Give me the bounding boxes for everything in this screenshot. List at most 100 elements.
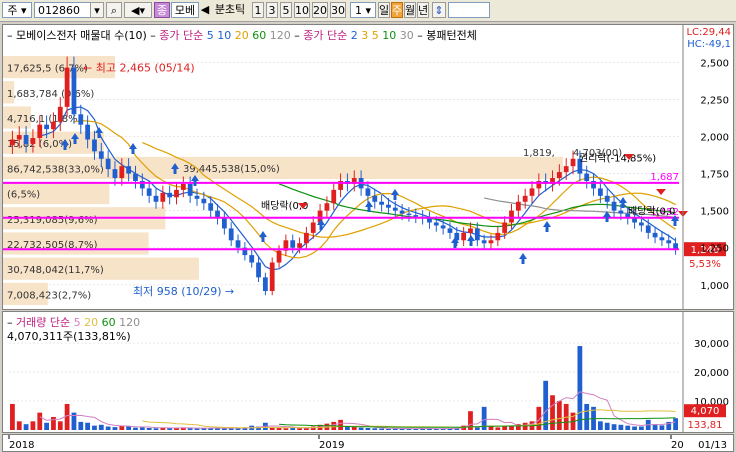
candle-body <box>98 151 104 159</box>
price-chart[interactable]: 17,625,5 (6,7%)1,683,784 (0,6%)4,716,1 (… <box>3 25 733 309</box>
unit-week-button[interactable]: 주 <box>391 2 403 18</box>
candle-body <box>119 166 125 179</box>
scroll-glyph: ⇕ <box>434 4 444 17</box>
candle-body <box>30 138 36 144</box>
candle-body <box>187 183 193 196</box>
volume-bar <box>64 403 70 430</box>
candle-body <box>249 255 255 263</box>
volume-bar <box>632 426 637 430</box>
volume-bar <box>338 419 343 430</box>
unit-label: 년 <box>418 4 429 17</box>
candle-body <box>515 201 521 211</box>
candle-body <box>440 225 446 229</box>
candle-body <box>413 215 419 217</box>
candle-body <box>379 201 384 205</box>
low-annotation: 최저 958 (10/29) → <box>133 285 234 298</box>
candle-body <box>92 139 97 152</box>
candle-body <box>386 204 391 208</box>
x-tick-label: 2019 <box>319 440 344 451</box>
volume-bar <box>187 428 193 430</box>
unit-day-button[interactable]: 일 <box>378 2 390 18</box>
ma-a-label: 종가 단순 <box>159 29 204 42</box>
volume-bar <box>372 428 378 430</box>
ma-a-10: 10 <box>217 29 232 42</box>
candle-body <box>597 188 603 196</box>
market-select[interactable]: 주 ▾ <box>2 2 32 18</box>
candle-body <box>126 166 132 174</box>
interval-button-3[interactable]: 3 <box>266 2 278 18</box>
interval-label: 5 <box>282 4 290 17</box>
volume-bar <box>105 426 111 430</box>
volume-current-pct: 133,81 <box>688 420 723 431</box>
x-tick-label: 2018 <box>9 440 34 451</box>
candle-body <box>406 213 412 216</box>
volume-tick-label: 20,000 <box>694 368 729 379</box>
stock-name-field[interactable]: 모베 <box>171 2 199 18</box>
interval-button-20[interactable]: 20 <box>312 2 328 18</box>
candle-body <box>71 67 77 115</box>
legend-bullet: – <box>7 29 13 42</box>
period-tab[interactable]: 분초틱 <box>210 2 250 18</box>
candle-body <box>372 195 378 202</box>
x-axis-bar: 2018 2019 20 01/13 <box>2 434 734 452</box>
unit-year-button[interactable]: 년 <box>417 2 429 18</box>
volume-current-label: 4,070 <box>691 406 720 417</box>
volume-bar <box>112 427 118 430</box>
candle-body <box>502 222 508 233</box>
candle-body <box>297 243 302 248</box>
candle-body <box>44 124 49 130</box>
scroll-toggle-icon[interactable]: ⇕ <box>432 2 446 18</box>
speaker-glyph: ◀ <box>131 4 140 17</box>
unit-label: 월 <box>405 4 416 17</box>
legend-sep: – <box>150 29 156 42</box>
candle-body <box>611 201 617 211</box>
legend-sep: – <box>294 29 300 42</box>
count-input[interactable]: 1 ▾ <box>350 2 376 18</box>
interval-label: 1 <box>254 4 262 17</box>
volume-bar <box>625 425 631 430</box>
volume-bar <box>379 428 384 430</box>
interval-button-30[interactable]: 30 <box>330 2 346 18</box>
volume-profile-label: 25,319,085(9,6%) <box>7 215 98 226</box>
volume-bar <box>297 428 302 430</box>
speaker-icon[interactable]: ◀▾ <box>124 2 152 18</box>
code-dropdown-button[interactable]: ▾ <box>90 2 104 18</box>
volume-panel[interactable]: 30,000 20,000 10,000 4,070 133,81 – 거래량 단순 5… <box>2 311 734 433</box>
price-tick-label: 2,500 <box>700 58 729 69</box>
unit-label: 주 <box>392 4 403 17</box>
candle-body <box>228 228 234 241</box>
interval-button-5[interactable]: 5 <box>280 2 292 18</box>
x-tick-label: 20 <box>671 440 684 451</box>
volume-bar <box>386 428 391 430</box>
ma-b-3: 3 <box>361 29 369 42</box>
candle-body <box>461 232 467 241</box>
candle-body <box>639 222 644 226</box>
period-prev-button[interactable]: ◀ <box>200 2 210 18</box>
high-annotation: ← 최고 2,465 (05/14) <box>83 62 195 75</box>
price-panel[interactable]: 17,625,5 (6,7%) 1,683,784 (0,6%) 4,716,1 (… <box>2 24 734 310</box>
volume-profile-label: 30,748,042(11,7%) <box>7 265 104 276</box>
volume-bar <box>283 428 289 430</box>
price-tick-label: 1,500 <box>700 207 729 218</box>
candle-body <box>146 188 152 196</box>
search-field[interactable] <box>448 2 490 18</box>
candle-body <box>310 222 316 233</box>
candle-body <box>365 188 371 196</box>
ma-a-120: 120 <box>269 29 291 42</box>
hc-value: HC:-49,1 <box>687 39 731 50</box>
volume-value: 4,070,311주(133,81%) <box>7 330 131 343</box>
volume-bar <box>290 427 296 430</box>
interval-button-10[interactable]: 10 <box>294 2 310 18</box>
chart-mode-button[interactable]: 종 <box>154 2 170 18</box>
interval-button-1[interactable]: 1 <box>252 2 264 18</box>
volume-bar <box>228 428 234 430</box>
volume-bar <box>167 428 173 430</box>
candle-body <box>290 240 296 248</box>
stock-name: 모베 <box>174 4 196 17</box>
unit-month-button[interactable]: 월 <box>404 2 416 18</box>
volume-bar <box>23 424 29 430</box>
volume-profile-label: 86,742,538(33,0%) <box>7 164 104 175</box>
volume-bar <box>502 426 508 430</box>
search-icon[interactable]: ⌕ <box>106 2 122 18</box>
candle-body <box>235 240 241 248</box>
